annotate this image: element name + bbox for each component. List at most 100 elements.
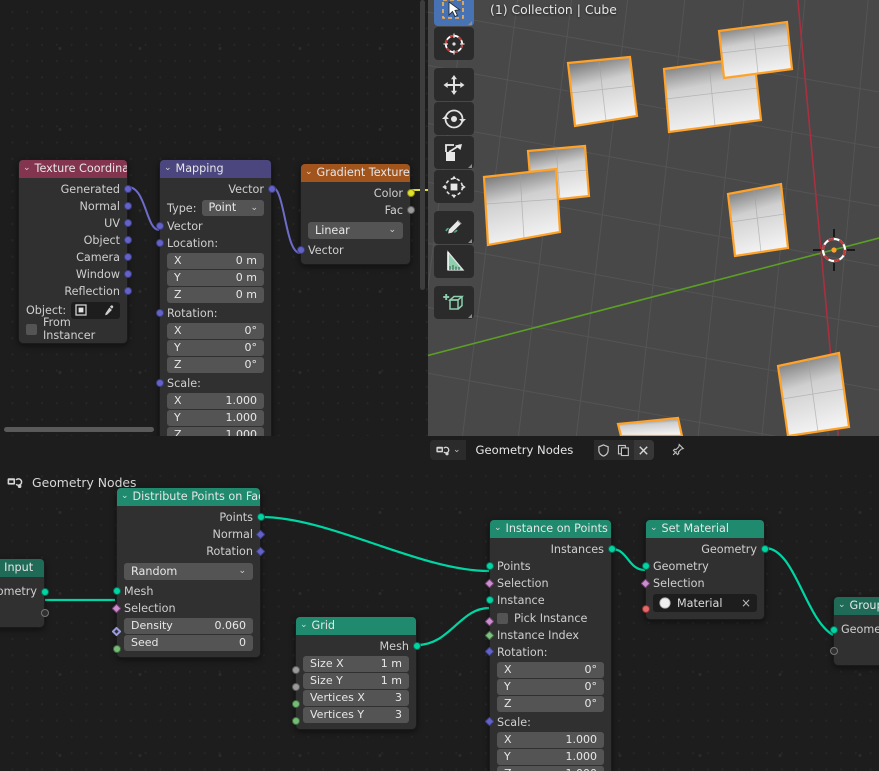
location-z-field[interactable]: Z 0 m <box>167 287 264 303</box>
material-field[interactable]: Material × <box>653 594 757 612</box>
node-header-set-material[interactable]: ⌄ Set Material <box>646 520 764 538</box>
output-socket-generated[interactable] <box>123 185 132 193</box>
collapse-chevron-icon[interactable]: ⌄ <box>164 160 172 177</box>
socket-row-normal[interactable]: Normal <box>19 198 132 215</box>
shader-editor[interactable]: ⌄ Texture Coordinate Generated Normal UV… <box>0 0 428 436</box>
input-socket-geometry[interactable] <box>641 562 650 570</box>
input-socket-vertices-y[interactable] <box>291 717 300 725</box>
socket-row-fac[interactable]: Fac <box>301 202 415 219</box>
scale-y-field[interactable]: Y 1.000 <box>497 749 604 765</box>
input-socket-selection[interactable] <box>111 603 122 613</box>
input-socket-vector[interactable] <box>296 246 305 254</box>
gradient-type-dropdown[interactable]: Linear ⌄ <box>308 222 403 239</box>
input-socket-location[interactable] <box>155 238 164 247</box>
socket-row-uv[interactable]: UV <box>19 215 132 232</box>
input-socket-virtual[interactable] <box>829 646 838 655</box>
vertices-x-field[interactable]: Vertices X 3 <box>303 690 409 706</box>
rotation-x-field[interactable]: X 0° <box>497 662 604 678</box>
collapse-chevron-icon[interactable]: ⌄ <box>305 164 313 181</box>
scale-tool[interactable] <box>434 136 474 169</box>
collapse-chevron-icon[interactable]: ⌄ <box>650 520 658 537</box>
input-socket-mesh[interactable] <box>112 587 121 595</box>
size-x-field[interactable]: Size X 1 m <box>303 656 409 672</box>
output-socket-mesh[interactable] <box>412 642 421 650</box>
scale-x-field[interactable]: X 1.000 <box>497 732 604 748</box>
output-socket-geometry[interactable] <box>40 587 49 596</box>
geometry-node-canvas[interactable]: Geometry Nodes ⌄ Group Input Geometry <box>0 464 879 771</box>
location-y-field[interactable]: Y 0 m <box>167 270 264 286</box>
tool-expand-corner[interactable] <box>468 239 472 243</box>
density-field[interactable]: Density 0.060 <box>124 618 253 634</box>
viewport-toolbar[interactable] <box>434 0 476 320</box>
input-socket-selection[interactable] <box>484 578 495 588</box>
vertices-x-row[interactable]: Vertices X 3 <box>291 690 416 708</box>
density-row[interactable]: Density 0.060 <box>111 618 260 637</box>
rotation-z-field[interactable]: Z 0° <box>167 357 264 373</box>
node-gradient-texture[interactable]: ⌄ Gradient Texture Color Fac Linear ⌄ Ve… <box>296 163 415 265</box>
node-mapping[interactable]: ⌄ Mapping Vector Type: Point ⌄ Vector Lo… <box>155 159 276 436</box>
socket-row-instance[interactable]: Instance <box>485 592 611 609</box>
input-socket-scale[interactable] <box>155 378 164 387</box>
eyedropper-icon[interactable] <box>103 304 116 317</box>
scale-z-field[interactable]: Z 1.000 <box>167 427 264 436</box>
output-socket-object[interactable] <box>123 236 132 244</box>
socket-row-window[interactable]: Window <box>19 266 132 283</box>
tweak-select-box-tool[interactable] <box>434 0 474 26</box>
annotate-tool[interactable] <box>434 211 474 244</box>
cursor-tool[interactable] <box>434 27 474 60</box>
fake-user-button[interactable] <box>593 440 614 460</box>
new-datablock-button[interactable] <box>613 440 634 460</box>
socket-row-virtual[interactable] <box>829 642 879 660</box>
seed-row[interactable]: Seed 0 <box>112 635 260 653</box>
input-socket-points[interactable] <box>485 562 494 570</box>
size-y-row[interactable]: Size Y 1 m <box>291 673 416 691</box>
header-datablock-group[interactable]: ⌄ Geometry Nodes <box>430 440 654 460</box>
size-y-field[interactable]: Size Y 1 m <box>303 673 409 689</box>
input-socket-seed[interactable] <box>112 645 121 653</box>
tool-expand-corner[interactable] <box>468 21 472 25</box>
input-socket-instance-index[interactable] <box>484 630 495 640</box>
output-socket-virtual[interactable] <box>40 608 49 617</box>
node-header-group-output[interactable]: ⌄ Group Output <box>834 597 879 615</box>
socket-row-camera[interactable]: Camera <box>19 249 132 266</box>
pick-instance-checkbox[interactable] <box>497 612 508 624</box>
from-instancer-checkbox[interactable] <box>26 323 37 335</box>
collapse-chevron-icon[interactable]: ⌄ <box>838 597 846 614</box>
input-socket-rotation[interactable] <box>484 646 495 657</box>
node-set-material[interactable]: ⌄ Set Material Geometry Geometry Selecti… <box>640 519 769 620</box>
material-row[interactable]: Material × <box>641 594 764 613</box>
socket-row-geometry[interactable]: Geometry <box>0 580 49 604</box>
vertices-y-row[interactable]: Vertices Y 3 <box>291 707 416 725</box>
output-socket-points[interactable] <box>256 513 265 521</box>
editor-type-button[interactable]: ⌄ <box>430 440 466 460</box>
node-header-distribute-points-on-faces[interactable]: ⌄ Distribute Points on Faces <box>117 488 260 506</box>
rotation-y-field[interactable]: Y 0° <box>497 679 604 695</box>
socket-row-vector-in[interactable]: Vector <box>155 218 271 235</box>
socket-row-selection[interactable]: Selection <box>484 575 611 592</box>
node-grid[interactable]: ⌄ Grid Mesh Size X 1 m Size Y 1 m Vertic… <box>291 616 421 730</box>
tool-expand-corner[interactable] <box>468 164 472 168</box>
node-header-texture-coordinate[interactable]: ⌄ Texture Coordinate <box>19 160 127 178</box>
distribute-method-dropdown[interactable]: Random ⌄ <box>124 563 253 580</box>
output-socket-normal[interactable] <box>255 529 266 539</box>
socket-row-geometry-out[interactable]: Geometry <box>646 541 769 558</box>
socket-row-normal[interactable]: Normal <box>117 526 266 543</box>
socket-row-selection[interactable]: Selection <box>111 600 260 617</box>
rotation-z-field[interactable]: Z 0° <box>497 696 604 712</box>
collapse-chevron-icon[interactable]: ⌄ <box>121 488 129 505</box>
size-x-row[interactable]: Size X 1 m <box>291 656 416 674</box>
input-socket-instance[interactable] <box>485 596 494 604</box>
output-socket-uv[interactable] <box>123 219 132 227</box>
node-header-mapping[interactable]: ⌄ Mapping <box>160 160 271 178</box>
rotate-tool[interactable] <box>434 102 474 135</box>
output-socket-camera[interactable] <box>123 253 132 261</box>
input-socket-geometry[interactable] <box>829 625 838 634</box>
node-header-group-input[interactable]: ⌄ Group Input <box>0 559 44 577</box>
geometry-node-editor[interactable]: ⌄ Geometry Nodes Geometry Nodes Input om… <box>0 436 879 771</box>
shader-editor-horizontal-scrollbar[interactable] <box>4 427 154 432</box>
output-socket-rotation[interactable] <box>255 546 266 556</box>
socket-row-color[interactable]: Color <box>301 185 415 202</box>
output-socket-color[interactable] <box>406 189 415 197</box>
socket-row-geometry-in[interactable]: Geometry <box>641 558 764 575</box>
rotation-group-label[interactable]: Rotation: <box>484 644 611 661</box>
